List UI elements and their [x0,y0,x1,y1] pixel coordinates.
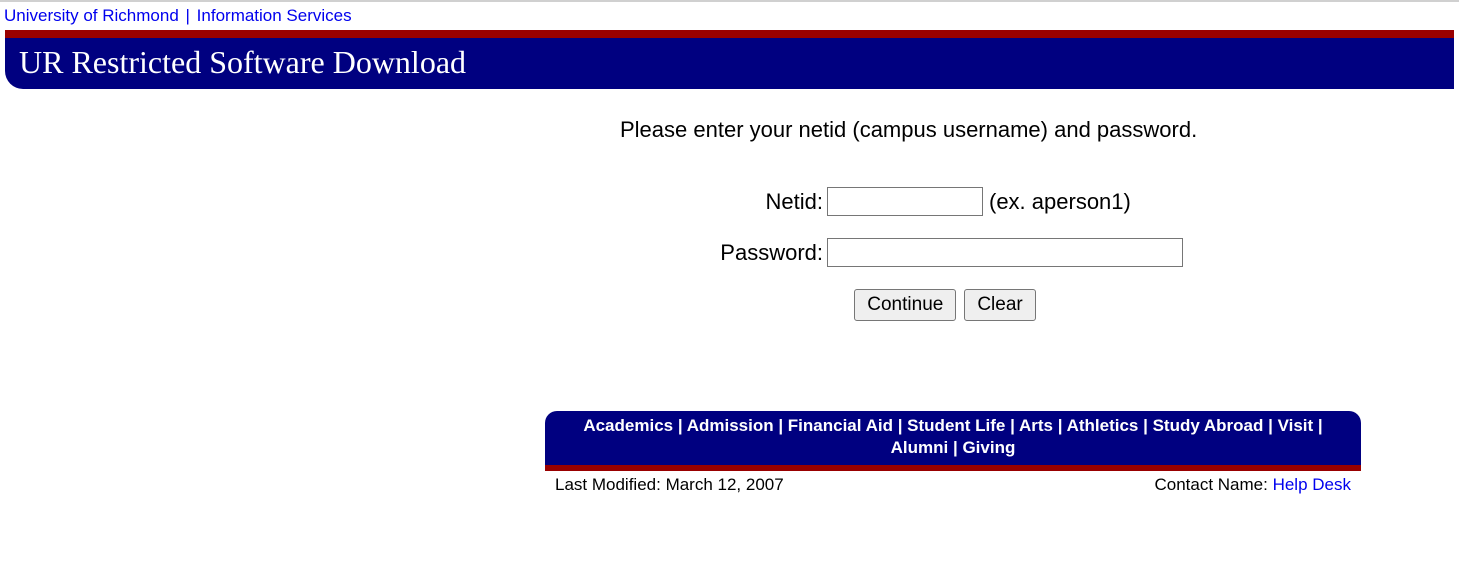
breadcrumb-separator: | [186,6,190,25]
footer-link-admission[interactable]: Admission [687,416,774,435]
instruction-text: Please enter your netid (campus username… [545,117,1454,143]
footer-sep: | [774,416,788,435]
footer-sep: | [1263,416,1277,435]
footer-link-study-abroad[interactable]: Study Abroad [1153,416,1264,435]
netid-input[interactable] [827,187,983,216]
netid-row: Netid: (ex. aperson1) [705,187,1454,216]
last-modified-value: March 12, 2007 [666,475,784,494]
footer-nav: Academics | Admission | Financial Aid | … [545,411,1361,465]
password-label: Password: [705,240,827,266]
footer-sep: | [1138,416,1152,435]
footer-link-arts[interactable]: Arts [1019,416,1053,435]
footer-link-athletics[interactable]: Athletics [1067,416,1139,435]
continue-button[interactable]: Continue [854,289,956,321]
footer-sep: | [1005,416,1019,435]
footer-sep: | [673,416,687,435]
footer-link-financial-aid[interactable]: Financial Aid [788,416,893,435]
footer-link-alumni[interactable]: Alumni [891,438,949,457]
netid-hint: (ex. aperson1) [989,189,1131,215]
password-input[interactable] [827,238,1183,267]
login-form: Netid: (ex. aperson1) Password: [705,187,1454,267]
footer-info: Last Modified: March 12, 2007 Contact Na… [545,471,1361,495]
breadcrumb: University of Richmond | Information Ser… [0,2,1459,30]
password-row: Password: [705,238,1454,267]
header-red-bar [5,30,1454,38]
breadcrumb-university-link[interactable]: University of Richmond [4,6,179,25]
footer: Academics | Admission | Financial Aid | … [5,411,1454,495]
main-content: Please enter your netid (campus username… [5,89,1454,321]
footer-sep: | [893,416,907,435]
contact-link[interactable]: Help Desk [1273,475,1351,494]
last-modified: Last Modified: March 12, 2007 [555,475,784,495]
header-banner: UR Restricted Software Download [5,38,1454,89]
contact: Contact Name: Help Desk [1154,475,1351,495]
last-modified-label: Last Modified: [555,475,666,494]
footer-link-academics[interactable]: Academics [583,416,673,435]
contact-label: Contact Name: [1154,475,1272,494]
footer-link-student-life[interactable]: Student Life [907,416,1005,435]
footer-link-visit[interactable]: Visit [1278,416,1314,435]
footer-sep: | [1053,416,1067,435]
breadcrumb-infoservices-link[interactable]: Information Services [197,6,352,25]
button-row: Continue Clear [705,289,1185,321]
footer-sep: | [1313,416,1322,435]
page-title: UR Restricted Software Download [19,44,1440,81]
footer-sep: | [948,438,962,457]
footer-link-giving[interactable]: Giving [962,438,1015,457]
clear-button[interactable]: Clear [964,289,1035,321]
netid-label: Netid: [705,189,827,215]
